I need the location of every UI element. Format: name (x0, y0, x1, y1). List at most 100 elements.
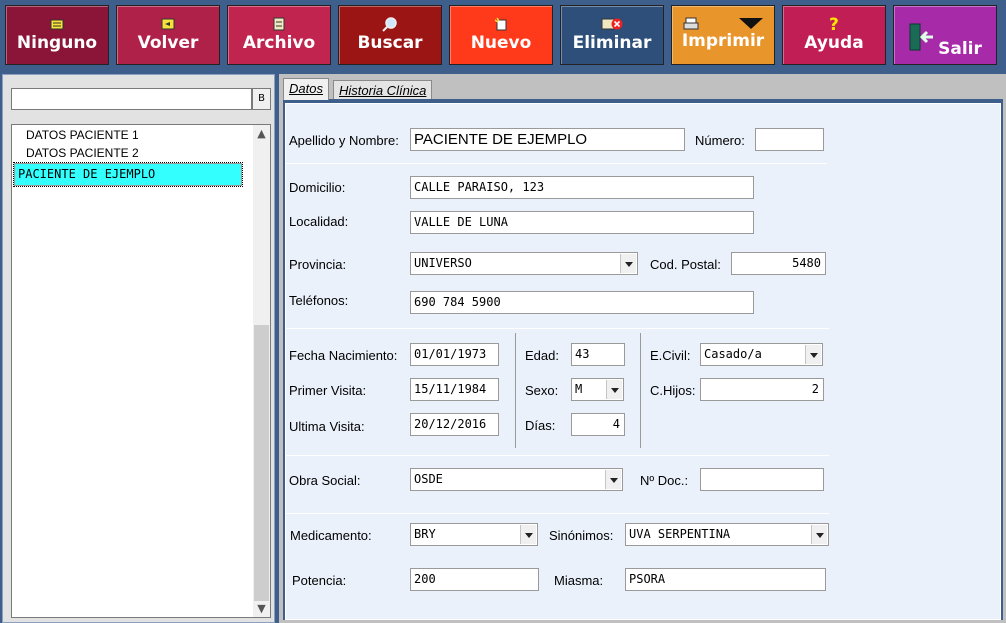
patient-search-button[interactable]: B (252, 88, 271, 110)
sexo-select[interactable]: M (571, 378, 624, 401)
chevron-down-icon[interactable] (620, 254, 636, 273)
patient-detail-area: Datos Historia Clínica Apellido y Nombre… (279, 74, 1006, 623)
datos-form: Apellido y Nombre: PACIENTE DE EJEMPLO N… (285, 103, 1001, 620)
dias-input[interactable]: 4 (571, 413, 625, 436)
dias-label: Días: (525, 418, 556, 433)
patient-list[interactable]: DATOS PACIENTE 1 DATOS PACIENTE 2 PACIEN… (11, 124, 271, 618)
divider (286, 328, 829, 329)
sinonimos-select[interactable]: UVA SERPENTINA (625, 523, 829, 546)
eliminar-button[interactable]: Eliminar (560, 5, 664, 65)
ecivil-select[interactable]: Casado/a (700, 343, 823, 366)
domicilio-label: Domicilio: (289, 180, 346, 195)
toolbar: Ninguno Volver Archivo Buscar Nuevo Elim… (0, 0, 1006, 72)
buscar-label: Buscar (357, 33, 423, 53)
divider (515, 333, 516, 448)
tab-page: Apellido y Nombre: PACIENTE DE EJEMPLO N… (283, 99, 1003, 620)
sinonimos-value: UVA SERPENTINA (629, 527, 731, 541)
patient-list-item[interactable]: DATOS PACIENTE 2 (14, 144, 242, 162)
sexo-value: M (575, 382, 583, 396)
help-icon: ? (827, 15, 841, 33)
salir-button[interactable]: Salir (893, 5, 997, 65)
domicilio-input[interactable]: CALLE PARAISO, 123 (410, 176, 754, 199)
chevron-down-icon[interactable] (605, 470, 621, 489)
potencia-label: Potencia: (292, 573, 347, 588)
imprimir-button[interactable]: Imprimir (671, 5, 775, 65)
edad-input[interactable]: 43 (571, 343, 625, 366)
note-icon (50, 15, 64, 33)
ndoc-label: Nº Doc.: (640, 473, 689, 488)
dropdown-arrow-icon (739, 18, 763, 29)
ecivil-label: E.Civil: (650, 348, 691, 363)
patient-panel-body: B DATOS PACIENTE 1 DATOS PACIENTE 2 PACI… (2, 74, 275, 623)
ayuda-button[interactable]: ? Ayuda (782, 5, 886, 65)
chevron-down-icon[interactable] (606, 380, 622, 399)
patient-panel: B DATOS PACIENTE 1 DATOS PACIENTE 2 PACI… (0, 72, 277, 623)
chevron-down-icon[interactable] (520, 525, 536, 544)
scroll-up-icon[interactable]: ▲ (253, 125, 270, 142)
ayuda-label: Ayuda (804, 33, 864, 53)
medicamento-label: Medicamento: (290, 528, 372, 543)
ninguno-label: Ninguno (16, 33, 98, 53)
buscar-button[interactable]: Buscar (338, 5, 442, 65)
miasma-label: Miasma: (554, 573, 604, 588)
fecha-nacimiento-label: Fecha Nacimiento: (289, 348, 398, 363)
numero-label: Número: (695, 133, 745, 148)
scroll-down-icon[interactable]: ▼ (253, 600, 270, 617)
volver-button[interactable]: Volver (116, 5, 220, 65)
edad-label: Edad: (525, 348, 559, 363)
telefonos-label: Teléfonos: (289, 293, 349, 308)
miasma-input[interactable]: PSORA (625, 568, 826, 591)
divider (286, 455, 829, 456)
divider (640, 333, 641, 448)
patient-list-item-selected[interactable]: PACIENTE DE EJEMPLO (13, 162, 243, 187)
provincia-select[interactable]: UNIVERSO (410, 252, 638, 275)
scrollbar-thumb[interactable] (254, 325, 269, 601)
cod-postal-label: Cod. Postal: (650, 257, 721, 272)
provincia-label: Provincia: (289, 257, 347, 272)
chevron-down-icon[interactable] (811, 525, 827, 544)
nuevo-button[interactable]: Nuevo (449, 5, 553, 65)
chijos-label: C.Hijos: (650, 383, 696, 398)
telefonos-input[interactable]: 690 784 5900 (410, 291, 754, 314)
volver-label: Volver (137, 33, 199, 53)
ultima-visita-input[interactable]: 20/12/2016 (410, 413, 499, 436)
medicamento-select[interactable]: BRY (410, 523, 538, 546)
divider (286, 163, 827, 164)
fecha-nacimiento-input[interactable]: 01/01/1973 (410, 343, 499, 366)
divider (286, 513, 829, 514)
provincia-value: UNIVERSO (414, 256, 472, 270)
delete-icon (601, 15, 623, 33)
primer-visita-input[interactable]: 15/11/1984 (410, 378, 499, 401)
svg-text:?: ? (829, 15, 839, 33)
patient-list-scrollbar[interactable]: ▲ ▼ (253, 125, 270, 617)
archivo-button[interactable]: Archivo (227, 5, 331, 65)
apellido-label: Apellido y Nombre: (289, 133, 399, 148)
exit-door-icon (908, 23, 934, 51)
imprimir-label: Imprimir (681, 31, 765, 51)
nuevo-label: Nuevo (470, 33, 532, 53)
obra-social-value: OSDE (414, 472, 443, 486)
numero-input[interactable] (755, 128, 824, 151)
apellido-input[interactable]: PACIENTE DE EJEMPLO (410, 128, 685, 151)
sexo-label: Sexo: (525, 383, 559, 398)
back-icon (161, 15, 175, 33)
patient-list-item[interactable]: DATOS PACIENTE 1 (14, 126, 242, 144)
salir-label: Salir (938, 38, 982, 59)
localidad-input[interactable]: VALLE DE LUNA (410, 211, 754, 234)
ndoc-input[interactable] (700, 468, 824, 491)
chevron-down-icon[interactable] (805, 345, 821, 364)
cod-postal-input[interactable]: 5480 (731, 252, 826, 275)
sinonimos-label: Sinónimos: (549, 528, 614, 543)
patient-search-input[interactable] (11, 88, 252, 110)
eliminar-label: Eliminar (572, 33, 652, 53)
file-cabinet-icon (272, 15, 286, 33)
ultima-visita-label: Ultima Visita: (289, 419, 365, 434)
primer-visita-label: Primer Visita: (289, 383, 367, 398)
tab-datos[interactable]: Datos (283, 78, 329, 100)
chijos-input[interactable]: 2 (700, 378, 824, 401)
magnifier-icon (382, 15, 398, 33)
tab-historia-clinica[interactable]: Historia Clínica (333, 80, 433, 100)
potencia-input[interactable]: 200 (410, 568, 539, 591)
ninguno-button[interactable]: Ninguno (5, 5, 109, 65)
obra-social-select[interactable]: OSDE (410, 468, 623, 491)
